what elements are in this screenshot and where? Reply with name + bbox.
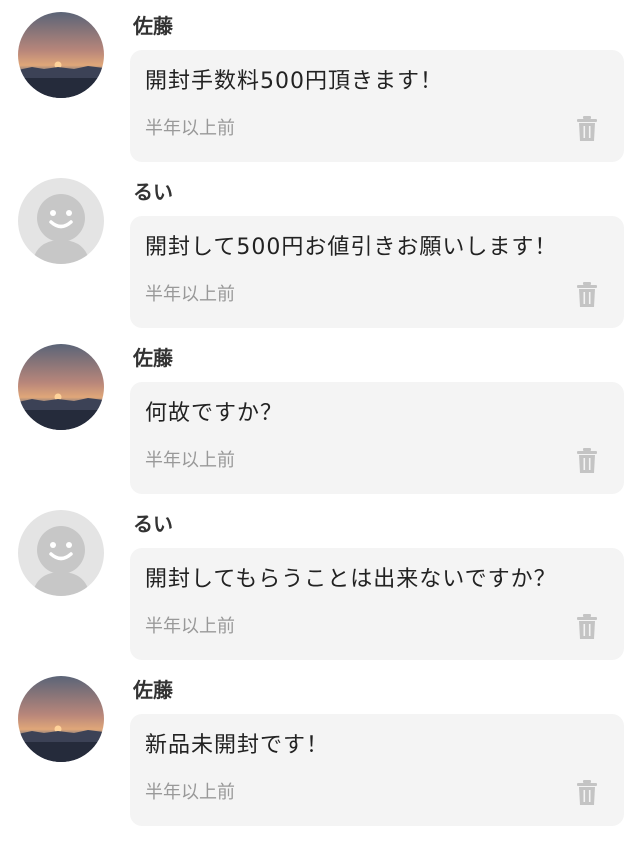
comment-timestamp: 半年以上前: [145, 284, 235, 305]
comment-timestamp: 半年以上前: [145, 118, 235, 139]
comment-timestamp: 半年以上前: [145, 782, 235, 803]
comment-item: 佐藤 新品未開封です！ 半年以上前: [0, 664, 642, 830]
comment-thread: 佐藤 開封手数料500円頂きます！ 半年以上前 るい 開封して500円お値引きお…: [0, 0, 642, 844]
avatar[interactable]: [18, 344, 104, 430]
comment-item: 佐藤 開封手数料500円頂きます！ 半年以上前: [0, 0, 642, 166]
trash-icon[interactable]: [576, 780, 598, 806]
commenter-name: るい: [133, 180, 173, 204]
trash-icon[interactable]: [576, 282, 598, 308]
comment-bubble: 何故ですか？ 半年以上前: [130, 382, 624, 494]
comment-text: 何故ですか？: [145, 401, 284, 426]
trash-icon[interactable]: [576, 448, 598, 474]
avatar[interactable]: [18, 510, 104, 596]
comment-bubble: 開封して500円お値引きお願いします！ 半年以上前: [130, 216, 624, 328]
commenter-name: 佐藤: [133, 678, 173, 702]
comment-bubble: 開封手数料500円頂きます！ 半年以上前: [130, 50, 624, 162]
avatar[interactable]: [18, 178, 104, 264]
commenter-name: 佐藤: [133, 14, 173, 38]
comment-timestamp: 半年以上前: [145, 616, 235, 637]
commenter-name: るい: [133, 512, 173, 536]
user-placeholder-icon: [18, 178, 104, 264]
user-placeholder-icon: [18, 510, 104, 596]
commenter-name: 佐藤: [133, 346, 173, 370]
comment-bubble: 開封してもらうことは出来ないですか？ 半年以上前: [130, 548, 624, 660]
trash-icon[interactable]: [576, 116, 598, 142]
avatar[interactable]: [18, 676, 104, 762]
avatar[interactable]: [18, 12, 104, 98]
comment-text: 開封してもらうことは出来ないですか？: [145, 567, 557, 592]
sunset-photo-icon: [18, 12, 104, 98]
comment-text: 開封手数料500円頂きます！: [145, 69, 443, 94]
comment-text: 新品未開封です！: [145, 733, 330, 758]
comment-bubble: 新品未開封です！ 半年以上前: [130, 714, 624, 826]
comment-text: 開封して500円お値引きお願いします！: [145, 235, 558, 260]
trash-icon[interactable]: [576, 614, 598, 640]
comment-timestamp: 半年以上前: [145, 450, 235, 471]
comment-item: るい 開封してもらうことは出来ないですか？ 半年以上前: [0, 498, 642, 664]
comment-item: るい 開封して500円お値引きお願いします！ 半年以上前: [0, 166, 642, 332]
sunset-photo-icon: [18, 344, 104, 430]
sunset-photo-icon: [18, 676, 104, 762]
comment-item: 佐藤 何故ですか？ 半年以上前: [0, 332, 642, 498]
